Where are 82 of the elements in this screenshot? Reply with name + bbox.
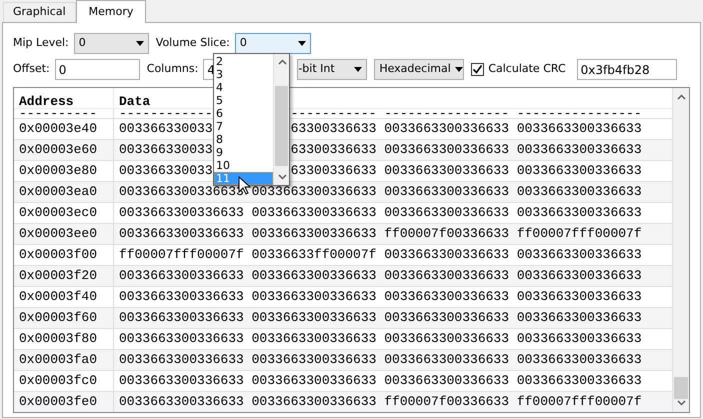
hex-value: 63300336633: [290, 120, 376, 138]
table-cell: 0x00003e40: [14, 119, 114, 139]
hex-value: 00336633ff00007f: [252, 246, 376, 264]
columns-label: Columns:: [146, 61, 198, 78]
table-cell: 0x00003ee0: [14, 224, 114, 244]
hex-value: 0033663300336633: [384, 120, 510, 138]
table-cell: 0x00003fa0: [14, 350, 114, 370]
column-header: Data: [118, 93, 152, 108]
table-cell: ----------: [14, 109, 114, 118]
hex-value: 003366330033: [119, 141, 213, 160]
hex-value: 0033663300336633: [119, 288, 244, 306]
hex-value: 0033663300336633: [252, 393, 376, 412]
hex-value: 0033663300336633: [384, 246, 510, 264]
table-cell: 0x00003ec0: [14, 203, 114, 223]
mip-level-label: Mip Level:: [13, 35, 69, 52]
table-cell: 0x00003fc0: [14, 371, 114, 391]
hex-value: 0033663300336633: [252, 267, 376, 286]
volume-slice-label: Volume Slice:: [156, 35, 230, 52]
table-cell: 0x00003e80: [14, 161, 114, 181]
hex-value: 0033663300336633: [119, 351, 244, 370]
hex-value: 0033663300336633: [119, 183, 244, 202]
hex-value: 0033663300336633: [516, 267, 642, 286]
table-cell: 0x00003e60: [14, 140, 114, 160]
hex-value: 0033663300336633: [252, 183, 376, 202]
hex-value: 0033663300336633: [252, 225, 376, 244]
hex-value: ff00007f00336633: [384, 393, 510, 412]
hex-value: 0033663300336633: [119, 204, 244, 222]
table-cell: 0x00003fe0: [14, 392, 114, 412]
hex-value: 0033663300336633: [252, 288, 376, 306]
table-cell: 0x00003f20: [14, 266, 114, 286]
hex-value: ----------------: [384, 109, 510, 118]
hex-value: 0033663300336633: [516, 309, 642, 328]
table-cell: 0x00003f00: [14, 245, 114, 265]
hex-value: ff00007f00336633: [384, 225, 510, 244]
hex-value: 003366330033: [119, 162, 213, 180]
hex-value: 0033663300336633: [384, 162, 510, 180]
hex-value: 0033663300336633: [252, 330, 376, 348]
hex-value: 0033663300336633: [384, 267, 510, 286]
hex-value: 0033663300336633: [384, 288, 510, 306]
hex-value: ------------: [119, 109, 213, 118]
hex-value: 63300336633: [290, 141, 376, 160]
column-header: Address: [14, 88, 114, 108]
hex-value: 0033663300336633: [516, 183, 642, 202]
hex-value: 0033663300336633: [516, 288, 642, 306]
table-cell: 0x00003f40: [14, 287, 114, 307]
hex-value: 0033663300336633: [384, 309, 510, 328]
hex-value: 0033663300336633: [252, 351, 376, 370]
hex-value: 0033663300336633: [384, 330, 510, 348]
hex-value: 0033663300336633: [516, 141, 642, 160]
hex-value: ff00007fff00007f: [119, 246, 244, 264]
hex-value: 63300336633: [290, 162, 376, 180]
hex-value: ff00007fff00007f: [516, 393, 642, 412]
hex-value: 0033663300336633: [516, 120, 642, 138]
hex-value: 0033663300336633: [384, 204, 510, 222]
hex-value: ff00007fff00007f: [516, 225, 642, 244]
offset-label: Offset:: [13, 61, 50, 78]
hex-value: ----------------: [516, 109, 642, 118]
hex-value: 0033663300336633: [516, 330, 642, 348]
hex-value: 0033663300336633: [384, 141, 510, 160]
hex-value: 0033663300336633: [516, 162, 642, 180]
hex-value: 0033663300336633: [516, 351, 642, 370]
hex-value: 0033663300336633: [516, 246, 642, 264]
table-cell: 0x00003ea0: [14, 182, 114, 202]
hex-value: 0033663300336633: [119, 267, 244, 286]
hex-value: 0033663300336633: [119, 393, 244, 412]
hex-value: 0033663300336633: [252, 309, 376, 328]
hex-value: 0033663300336633: [384, 183, 510, 202]
hex-value: 0033663300336633: [119, 309, 244, 328]
hex-value: 0033663300336633: [252, 372, 376, 390]
hex-value: 0033663300336633: [516, 372, 642, 390]
hex-value: 0033663300336633: [119, 372, 244, 390]
hex-value: -----------: [290, 109, 376, 118]
hex-value: 0033663300336633: [516, 204, 642, 222]
calculate-crc-label: Calculate CRC: [488, 61, 566, 78]
hex-value: 0033663300336633: [384, 372, 510, 390]
table-cell: 0x00003f80: [14, 329, 114, 349]
hex-value: 003366330033: [119, 120, 213, 138]
table-cell: 0x00003f60: [14, 308, 114, 328]
hex-value: 0033663300336633: [384, 351, 510, 370]
hex-value: 0033663300336633: [252, 204, 376, 222]
hex-value: 0033663300336633: [119, 225, 244, 244]
hex-value: 0033663300336633: [119, 330, 244, 348]
